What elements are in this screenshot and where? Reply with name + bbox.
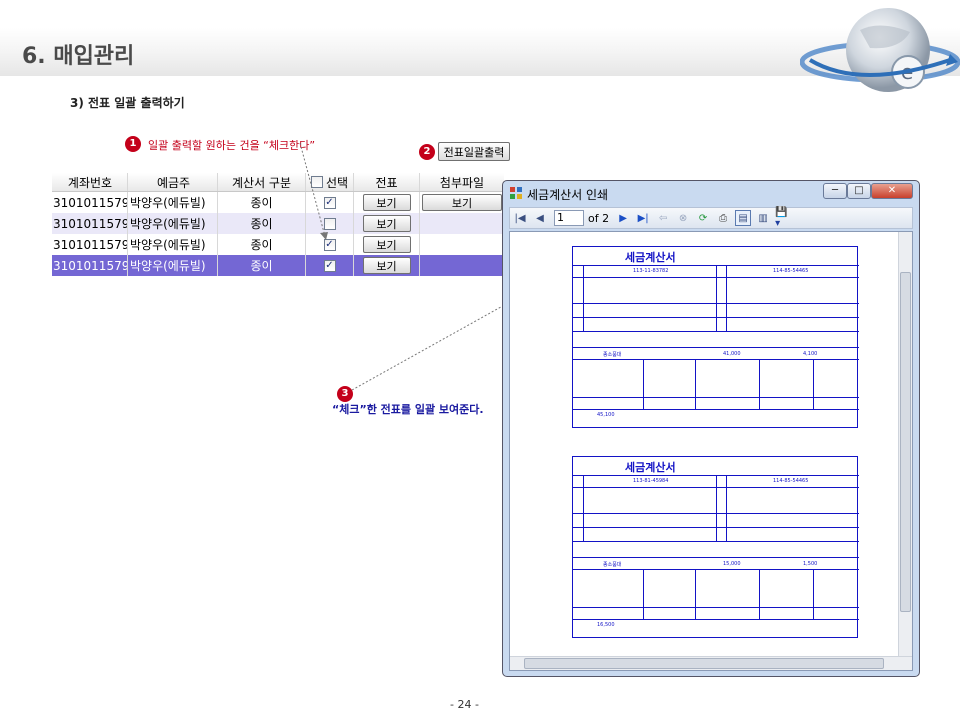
item-name: 종소품대	[603, 562, 622, 568]
tax-amount: 4,100	[803, 351, 818, 357]
page-setup-icon[interactable]: ▥	[755, 210, 771, 226]
buyer-reg-number: 114-85-54465	[773, 268, 809, 274]
total-amount: 16,500	[597, 622, 615, 628]
tax-amount: 1,500	[803, 561, 818, 567]
supply-amount: 15,000	[723, 561, 741, 567]
invoice-title: 세금계산서	[625, 251, 676, 264]
connector-line-1	[299, 142, 327, 241]
maximize-icon[interactable]: □	[847, 183, 871, 199]
scroll-thumb[interactable]	[900, 272, 911, 612]
connector-arrow-1	[320, 232, 328, 240]
vertical-scrollbar[interactable]	[898, 232, 912, 656]
tax-invoice-2: 세금계산서 113-81-45984 114-85-54465 종소품대 15,…	[572, 456, 859, 638]
tax-invoice-1: 세금계산서 113-11-83782 114-85-54465 종소품대 41,…	[572, 246, 859, 428]
total-amount: 45,100	[597, 412, 615, 418]
window-title: 세금계산서 인쇄	[527, 188, 609, 202]
print-window[interactable]: 세금계산서 인쇄 ─ □ ✕ |◀ ◀ 1 of 2 ▶ ▶| ⇦ ⊗ ⟳ ⎙ …	[502, 180, 920, 677]
page-number-input[interactable]: 1	[554, 210, 584, 226]
horizontal-scrollbar[interactable]	[510, 656, 912, 670]
refresh-icon[interactable]: ⟳	[695, 210, 711, 226]
supplier-reg-number: 113-81-45984	[633, 478, 669, 484]
print-icon[interactable]: ⎙	[715, 210, 731, 226]
next-page-icon[interactable]: ▶	[615, 210, 631, 226]
first-page-icon[interactable]: |◀	[512, 210, 528, 226]
supplier-reg-number: 113-11-83782	[633, 268, 669, 274]
buyer-reg-number: 114-85-54465	[773, 478, 809, 484]
close-icon[interactable]: ✕	[871, 183, 913, 199]
export-icon[interactable]: 💾▾	[775, 207, 791, 229]
back-icon[interactable]: ⇦	[655, 210, 671, 226]
page-number: - 24 -	[450, 698, 479, 711]
stop-icon[interactable]: ⊗	[675, 210, 691, 226]
hscroll-thumb[interactable]	[524, 658, 884, 669]
prev-page-icon[interactable]: ◀	[532, 210, 548, 226]
document-preview[interactable]: 세금계산서 113-11-83782 114-85-54465 종소품대 41,…	[509, 231, 913, 671]
window-app-icon	[510, 187, 522, 199]
invoice-title: 세금계산서	[625, 461, 676, 474]
supply-amount: 41,000	[723, 351, 741, 357]
last-page-icon[interactable]: ▶|	[635, 210, 651, 226]
page-count-label: of 2	[588, 211, 610, 225]
print-toolbar: |◀ ◀ 1 of 2 ▶ ▶| ⇦ ⊗ ⟳ ⎙ ▤ ▥ 💾▾	[509, 207, 913, 229]
minimize-icon[interactable]: ─	[823, 183, 847, 199]
print-layout-icon[interactable]: ▤	[735, 210, 752, 226]
item-name: 종소품대	[603, 352, 622, 358]
